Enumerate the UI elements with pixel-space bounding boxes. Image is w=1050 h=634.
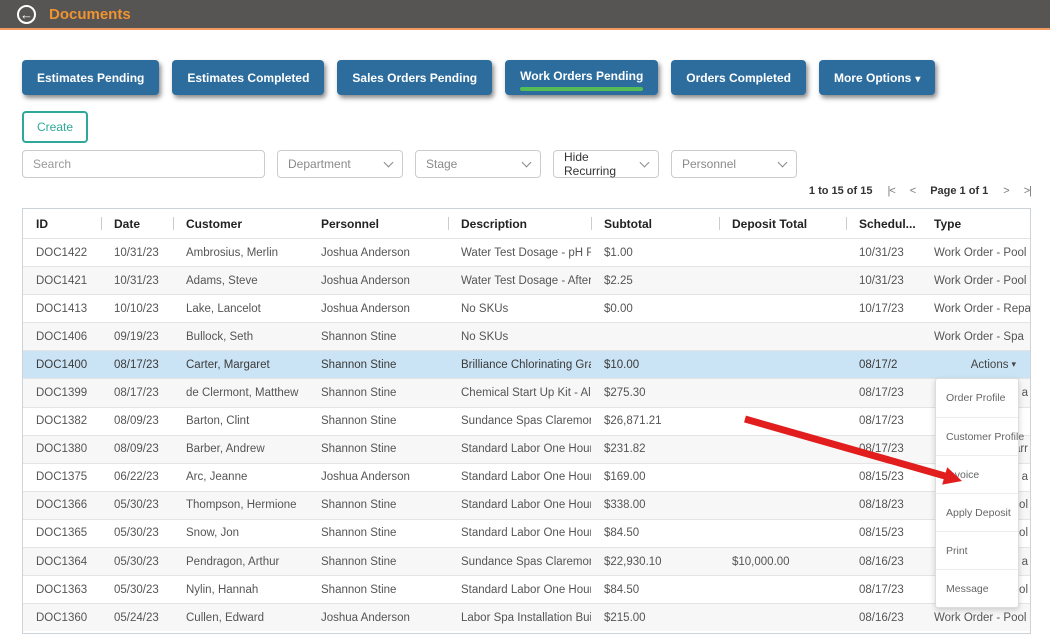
personnel-select[interactable]: Personnel xyxy=(671,150,797,178)
menu-item-print[interactable]: Print xyxy=(936,531,1018,569)
chevron-down-icon xyxy=(522,157,532,167)
active-underline xyxy=(520,87,643,91)
first-page-icon[interactable]: |< xyxy=(887,185,894,197)
col-header-date[interactable]: Date xyxy=(101,209,173,238)
col-header-id[interactable]: ID xyxy=(23,209,101,238)
documents-page: ← Documents Estimates Pending Estimates … xyxy=(0,0,1050,634)
menu-item-order-profile[interactable]: Order Profile xyxy=(936,379,1018,417)
col-header-subtotal[interactable]: Subtotal xyxy=(591,209,719,238)
pagination: 1 to 15 of 15 |< < Page 1 of 1 > >| xyxy=(809,185,1031,197)
pagination-page: Page 1 of 1 xyxy=(930,185,988,197)
table-row[interactable]: DOC1380 08/09/23 Barber, Andrew Shannon … xyxy=(23,435,1030,463)
table-row[interactable]: DOC1360 05/24/23 Cullen, Edward Joshua A… xyxy=(23,603,1030,631)
actions-dropdown-menu: Order ProfileCustomer ProfileInvoiceAppl… xyxy=(935,378,1019,608)
table-row[interactable]: DOC1422 10/31/23 Ambrosius, Merlin Joshu… xyxy=(23,238,1030,266)
caret-down-icon: ▾ xyxy=(915,74,920,85)
chevron-down-icon xyxy=(778,157,788,167)
col-header-type[interactable]: Type xyxy=(921,209,1030,238)
table-row[interactable]: DOC1365 05/30/23 Snow, Jon Shannon Stine… xyxy=(23,519,1030,547)
table-row-selected[interactable]: DOC1400 08/17/23 Carter, Margaret Shanno… xyxy=(23,350,1030,378)
tab-more-options[interactable]: More Options▾ xyxy=(819,60,935,95)
department-select[interactable]: Department xyxy=(277,150,403,178)
chevron-down-icon xyxy=(384,157,394,167)
col-header-customer[interactable]: Customer xyxy=(173,209,308,238)
tab-work-orders-pending[interactable]: Work Orders Pending xyxy=(505,60,658,95)
pagination-range: 1 to 15 of 15 xyxy=(809,185,873,197)
table-row[interactable]: DOC1364 05/30/23 Pendragon, Arthur Shann… xyxy=(23,547,1030,575)
table-row[interactable]: DOC1366 05/30/23 Thompson, Hermione Shan… xyxy=(23,491,1030,519)
table-row[interactable]: DOC1382 08/09/23 Barton, Clint Shannon S… xyxy=(23,407,1030,435)
table-row[interactable]: DOC1421 10/31/23 Adams, Steve Joshua And… xyxy=(23,266,1030,294)
top-bar: ← Documents xyxy=(0,0,1050,30)
hide-recurring-select[interactable]: Hide Recurring xyxy=(553,150,659,178)
tab-sales-orders-pending[interactable]: Sales Orders Pending xyxy=(337,60,492,95)
next-page-icon[interactable]: > xyxy=(1003,185,1008,197)
menu-item-message[interactable]: Message xyxy=(936,569,1018,607)
document-tabs: Estimates Pending Estimates Completed Sa… xyxy=(22,60,935,95)
tab-estimates-pending[interactable]: Estimates Pending xyxy=(22,60,159,95)
col-header-scheduled[interactable]: Schedul... xyxy=(846,209,921,238)
table-row[interactable]: DOC1399 08/17/23 de Clermont, Matthew Sh… xyxy=(23,378,1030,406)
menu-item-invoice[interactable]: Invoice xyxy=(936,455,1018,493)
last-page-icon[interactable]: >| xyxy=(1024,185,1031,197)
menu-item-apply-deposit[interactable]: Apply Deposit xyxy=(936,493,1018,531)
prev-page-icon[interactable]: < xyxy=(910,185,915,197)
search-input[interactable] xyxy=(22,150,265,178)
table-body: DOC1422 10/31/23 Ambrosius, Merlin Joshu… xyxy=(23,238,1030,631)
documents-table: ID Date Customer Personnel Description S… xyxy=(22,208,1031,634)
stage-select[interactable]: Stage xyxy=(415,150,541,178)
create-button[interactable]: Create xyxy=(22,111,88,143)
page-title: Documents xyxy=(49,6,131,23)
col-header-personnel[interactable]: Personnel xyxy=(308,209,448,238)
menu-item-customer-profile[interactable]: Customer Profile xyxy=(936,417,1018,455)
tab-orders-completed[interactable]: Orders Completed xyxy=(671,60,806,95)
filter-row: Department Stage Hide Recurring Personne… xyxy=(22,150,797,178)
caret-down-icon: ▾ xyxy=(1011,359,1016,370)
table-row[interactable]: DOC1413 10/10/23 Lake, Lancelot Joshua A… xyxy=(23,294,1030,322)
actions-menu-trigger[interactable]: Actions▾ xyxy=(921,351,1030,378)
tab-estimates-completed[interactable]: Estimates Completed xyxy=(172,60,324,95)
table-row[interactable]: DOC1363 05/30/23 Nylin, Hannah Shannon S… xyxy=(23,575,1030,603)
col-header-deposit-total[interactable]: Deposit Total xyxy=(719,209,846,238)
table-header: ID Date Customer Personnel Description S… xyxy=(23,209,1030,238)
table-row[interactable]: DOC1406 09/19/23 Bullock, Seth Shannon S… xyxy=(23,322,1030,350)
table-row[interactable]: DOC1375 06/22/23 Arc, Jeanne Joshua Ande… xyxy=(23,463,1030,491)
back-icon[interactable]: ← xyxy=(17,5,36,24)
col-header-description[interactable]: Description xyxy=(448,209,591,238)
